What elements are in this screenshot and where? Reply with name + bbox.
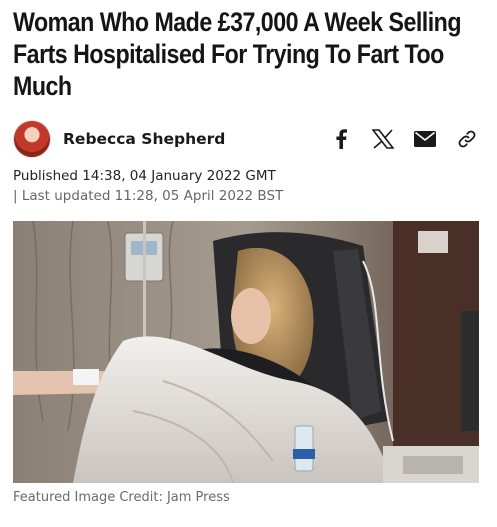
- article-headline: Woman Who Made £37,000 A Week Selling Fa…: [13, 7, 462, 101]
- email-icon[interactable]: [413, 127, 437, 151]
- featured-image[interactable]: [13, 221, 479, 483]
- published-date: Published 14:38, 04 January 2022 GMT: [13, 168, 276, 184]
- author-row: Rebecca Shepherd: [13, 120, 485, 158]
- last-updated-date: | Last updated 11:28, 05 April 2022 BST: [13, 188, 284, 204]
- author-avatar[interactable]: [13, 120, 51, 158]
- facebook-icon[interactable]: [329, 127, 353, 151]
- article-meta: Published 14:38, 04 January 2022 GMT | L…: [13, 166, 483, 206]
- image-caption: Featured Image Credit: Jam Press: [13, 490, 230, 505]
- share-bar: [329, 127, 485, 151]
- featured-image-illustration: [13, 221, 479, 483]
- x-icon[interactable]: [371, 127, 395, 151]
- author-name[interactable]: Rebecca Shepherd: [63, 130, 225, 148]
- link-icon[interactable]: [455, 127, 479, 151]
